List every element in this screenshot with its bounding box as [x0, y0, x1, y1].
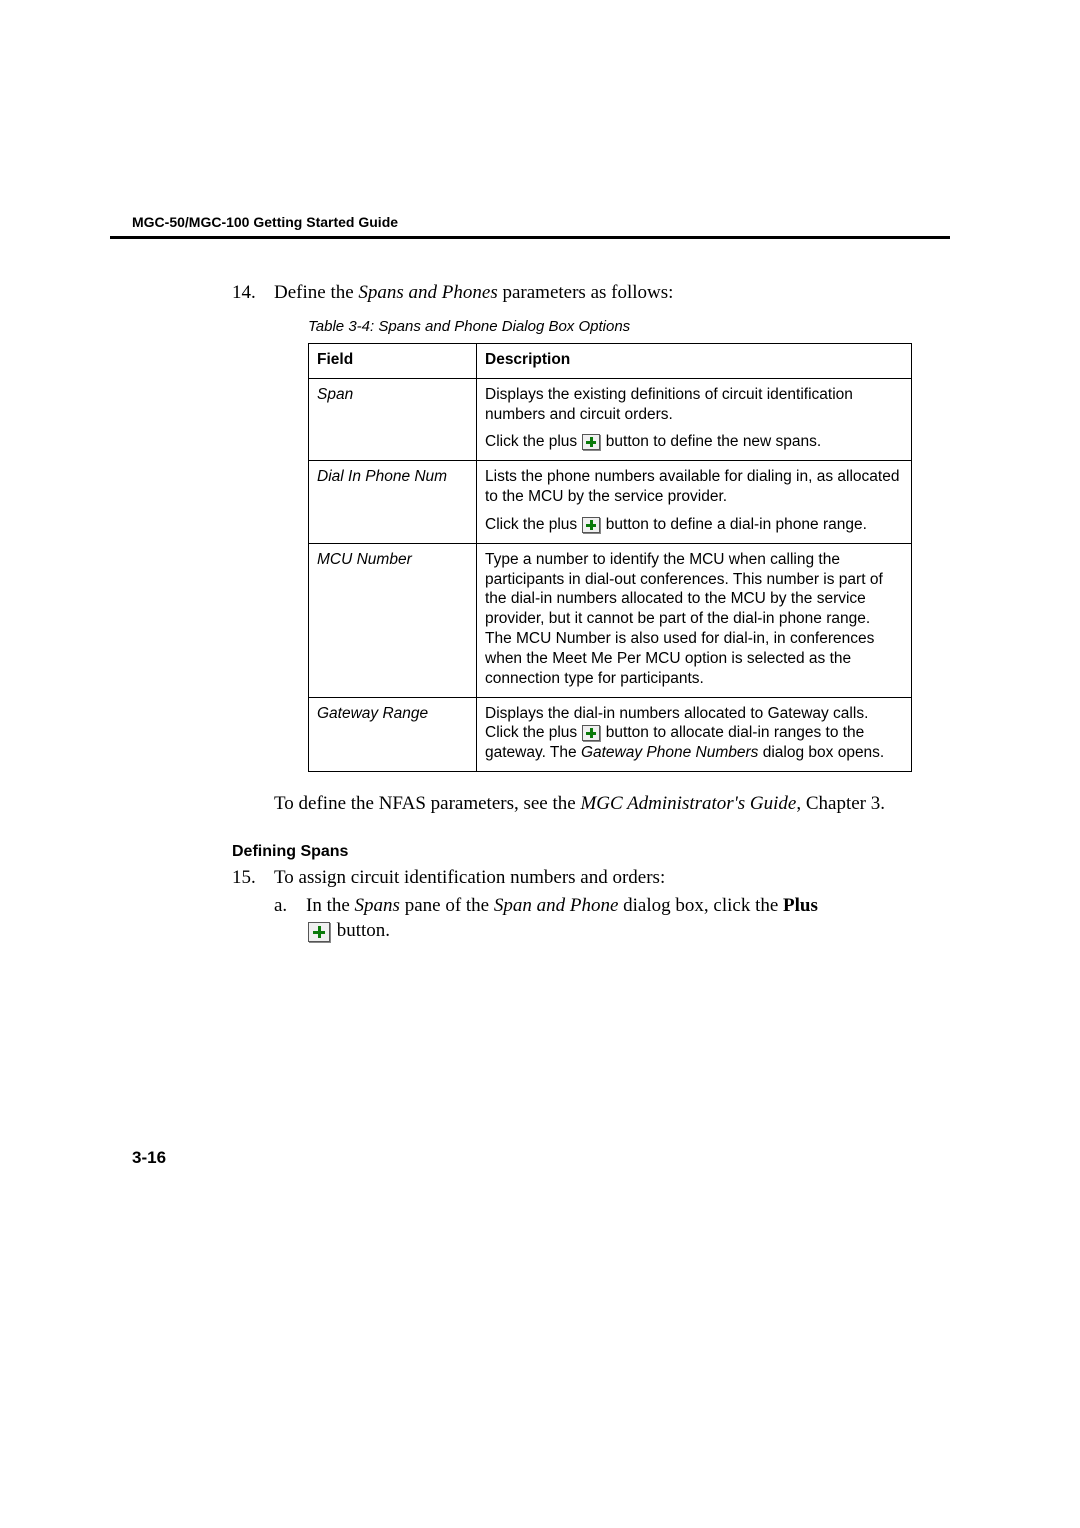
desc-part: Click the plus	[485, 433, 581, 450]
substep-text: In the Spans pane of the Span and Phone …	[306, 893, 818, 944]
table-header-row: Field Description	[309, 344, 912, 379]
text-italic: Span and Phone	[494, 895, 619, 916]
desc-italic: Gateway Phone Numbers	[581, 744, 758, 761]
text-part: , Chapter 3.	[796, 793, 885, 814]
table-row: Span Displays the existing definitions o…	[309, 378, 912, 460]
field-cell: MCU Number	[309, 543, 477, 697]
step-number: 15.	[232, 867, 274, 889]
desc-part: button to define the new spans.	[601, 433, 821, 450]
plus-icon	[308, 922, 330, 942]
text-part: To define the NFAS parameters, see the	[274, 793, 580, 814]
table-row: Gateway Range Displays the dial-in numbe…	[309, 697, 912, 771]
text-italic: MGC Administrator's Guide	[580, 793, 796, 814]
desc-text: Type a number to identify the MCU when c…	[485, 550, 903, 629]
desc-part: Click the plus	[485, 516, 581, 533]
page-header-title: MGC-50/MGC-100 Getting Started Guide	[132, 214, 950, 230]
step-number: 14.	[232, 282, 274, 304]
desc-cell: Type a number to identify the MCU when c…	[477, 543, 912, 697]
step-text-italic: Spans and Phones	[358, 282, 497, 303]
desc-text: Displays the existing definitions of cir…	[485, 385, 903, 425]
step-15a: a. In the Spans pane of the Span and Pho…	[274, 893, 950, 944]
table-row: MCU Number Type a number to identify the…	[309, 543, 912, 697]
field-cell: Span	[309, 378, 477, 460]
desc-part: button to define a dial-in phone range.	[601, 516, 866, 533]
table-row: Dial In Phone Num Lists the phone number…	[309, 461, 912, 543]
step-14: 14. Define the Spans and Phones paramete…	[232, 282, 950, 304]
step-text-after: parameters as follows:	[498, 282, 674, 303]
text-part: dialog box, click the	[618, 895, 783, 916]
options-table: Field Description Span Displays the exis…	[308, 343, 912, 772]
step-text-before: Define the	[274, 282, 358, 303]
substep-letter: a.	[274, 893, 306, 944]
text-italic: Spans	[355, 895, 400, 916]
step-text: Define the Spans and Phones parameters a…	[274, 282, 673, 304]
desc-text: The MCU Number is also used for dial-in,…	[485, 629, 903, 688]
desc-cell: Displays the dial-in numbers allocated t…	[477, 697, 912, 771]
desc-part: dialog box opens.	[758, 744, 884, 761]
table-caption: Table 3-4: Spans and Phone Dialog Box Op…	[308, 318, 950, 335]
desc-cell: Displays the existing definitions of cir…	[477, 378, 912, 460]
text-part: In the	[306, 895, 355, 916]
desc-text: Click the plus button to define the new …	[485, 432, 903, 452]
field-cell: Gateway Range	[309, 697, 477, 771]
text-part: button.	[332, 920, 390, 941]
col-field: Field	[309, 344, 477, 379]
col-description: Description	[477, 344, 912, 379]
text-bold: Plus	[783, 895, 818, 916]
plus-icon	[582, 434, 600, 450]
header-rule	[110, 236, 950, 239]
desc-cell: Lists the phone numbers available for di…	[477, 461, 912, 543]
step-15: 15. To assign circuit identification num…	[232, 867, 950, 889]
desc-text: Displays the dial-in numbers allocated t…	[485, 704, 903, 763]
plus-icon	[582, 725, 600, 741]
field-cell: Dial In Phone Num	[309, 461, 477, 543]
text-part: pane of the	[400, 895, 494, 916]
plus-icon	[582, 517, 600, 533]
step-text: To assign circuit identification numbers…	[274, 867, 665, 889]
subheading-defining-spans: Defining Spans	[232, 843, 950, 861]
page-number: 3-16	[132, 1148, 166, 1168]
desc-text: Click the plus button to define a dial-i…	[485, 515, 903, 535]
desc-text: Lists the phone numbers available for di…	[485, 467, 903, 507]
page-content: 14. Define the Spans and Phones paramete…	[232, 282, 950, 944]
post-table-text: To define the NFAS parameters, see the M…	[274, 792, 950, 817]
